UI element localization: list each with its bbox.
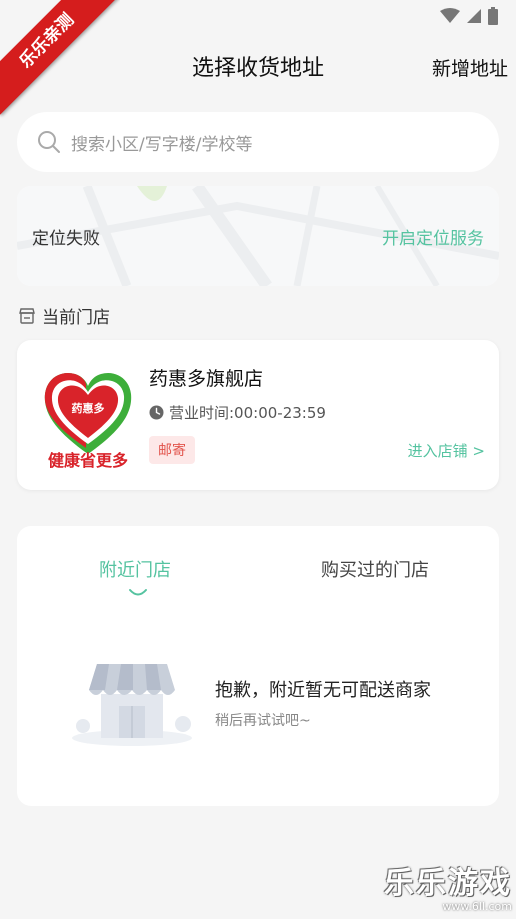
enter-store-link[interactable]: 进入店铺 > — [408, 440, 485, 461]
corner-ribbon-label: 乐乐亲测 — [0, 0, 120, 115]
logo-slogan: 健康省更多 — [48, 451, 128, 470]
watermark-main: 乐乐游戏 — [384, 866, 512, 901]
empty-state-title: 抱歉，附近暂无可配送商家 — [215, 680, 431, 701]
tab-active-indicator — [129, 589, 147, 596]
tab-nearby-stores[interactable]: 附近门店 — [99, 556, 171, 582]
corner-ribbon: 乐乐亲测 — [0, 0, 120, 120]
add-address-button[interactable]: 新增地址 — [432, 54, 508, 81]
status-icons — [440, 7, 498, 25]
store-hours: 营业时间:00:00-23:59 — [149, 402, 326, 423]
empty-state-subtitle: 稍后再试试吧~ — [215, 713, 311, 729]
wifi-icon — [440, 8, 460, 23]
empty-store-illustration — [72, 664, 192, 746]
current-store-label: 当前门店 — [42, 308, 110, 328]
logo-heart-text: 药惠多 — [72, 401, 105, 415]
enable-location-button[interactable]: 开启定位服务 — [382, 224, 484, 249]
signal-icon — [467, 9, 481, 23]
clock-icon — [149, 405, 164, 420]
nearby-stores-panel: 附近门店 购买过的门店 抱歉，附近暂无可配送商家 稍后再试试吧~ — [17, 526, 499, 806]
battery-icon — [488, 7, 498, 25]
search-input[interactable]: 搜索小区/写字楼/学校等 — [17, 112, 499, 172]
store-logo: 药惠多 健康省更多 — [44, 372, 132, 470]
store-icon — [19, 307, 35, 324]
tab-purchased-stores[interactable]: 购买过的门店 — [321, 556, 429, 582]
delivery-tag: 邮寄 — [149, 436, 195, 464]
search-icon — [38, 131, 60, 153]
watermark: 乐乐游戏 www.6ll.com — [384, 858, 512, 913]
store-card[interactable]: 药惠多 健康省更多 药惠多旗舰店 营业时间:00:00-23:59 邮寄 进入店… — [17, 340, 499, 490]
location-status: 定位失败 — [32, 229, 100, 249]
store-name: 药惠多旗舰店 — [149, 368, 264, 390]
current-store-heading: 当前门店 — [18, 303, 110, 328]
search-placeholder: 搜索小区/写字楼/学校等 — [71, 134, 253, 155]
location-card: 定位失败 开启定位服务 — [17, 186, 499, 286]
store-hours-text: 营业时间:00:00-23:59 — [169, 404, 326, 422]
